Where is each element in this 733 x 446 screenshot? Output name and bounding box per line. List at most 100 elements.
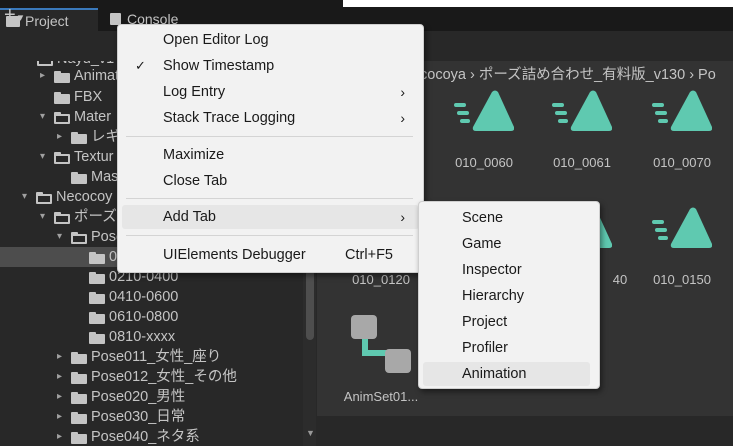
chevron-down-icon: ▾ bbox=[17, 12, 24, 24]
submenu-item-animation[interactable]: Animation bbox=[423, 362, 590, 386]
menu-item-label: Stack Trace Logging bbox=[163, 110, 296, 126]
tree-row[interactable]: ▸ Pose020_男性 bbox=[0, 387, 316, 407]
folder-icon bbox=[54, 92, 70, 104]
folder-icon bbox=[71, 172, 87, 184]
submenu-item-project[interactable]: Project bbox=[423, 310, 590, 334]
tab-project-label: Project bbox=[25, 13, 69, 29]
folder-icon bbox=[89, 252, 105, 264]
expand-arrow-icon[interactable]: ▾ bbox=[40, 107, 52, 127]
submenu-item-profiler[interactable]: Profiler bbox=[423, 336, 590, 360]
folder-icon bbox=[89, 272, 105, 284]
menu-item-label: Profiler bbox=[462, 340, 508, 356]
asset-label: 010_0120 bbox=[352, 272, 410, 287]
asset-item[interactable]: 010_0060 bbox=[434, 89, 520, 179]
asset-footer bbox=[317, 416, 733, 446]
submenu-item-game[interactable]: Game bbox=[423, 232, 590, 256]
folder-open-icon bbox=[54, 212, 70, 224]
scroll-down-arrow-icon[interactable]: ▼ bbox=[306, 428, 315, 438]
checkmark-icon: ✓ bbox=[135, 58, 146, 73]
menu-item-add-tab[interactable]: Add Tab › bbox=[122, 205, 419, 229]
menu-item-maximize[interactable]: Maximize bbox=[122, 143, 419, 167]
expand-arrow-icon[interactable]: ▸ bbox=[57, 427, 69, 446]
asset-label: 010_0060 bbox=[455, 155, 513, 170]
scrollbar-thumb[interactable] bbox=[306, 270, 314, 340]
menu-item-show-timestamp[interactable]: ✓ Show Timestamp bbox=[122, 54, 419, 78]
menu-separator bbox=[126, 136, 413, 137]
tree-row-label: Animat bbox=[74, 68, 120, 84]
expand-arrow-icon[interactable]: ▸ bbox=[40, 66, 52, 86]
tree-row-label: Pose030_日常 bbox=[91, 409, 186, 425]
menu-item-label: Show Timestamp bbox=[163, 58, 275, 74]
asset-label: 010_0061 bbox=[553, 155, 611, 170]
asset-item[interactable]: 010_0070 bbox=[632, 89, 718, 179]
menu-item-label: Hierarchy bbox=[462, 288, 525, 304]
expand-arrow-icon[interactable]: ▸ bbox=[57, 347, 69, 367]
tree-row[interactable]: ▸ Pose012_女性_その他 bbox=[0, 367, 316, 387]
asset-item[interactable]: 010_0150 bbox=[632, 206, 718, 296]
tree-row[interactable]: ▸ Pose040_ネタ系 bbox=[0, 427, 316, 446]
menu-item-label: Game bbox=[462, 236, 502, 252]
submenu-item-inspector[interactable]: Inspector bbox=[423, 258, 590, 282]
animation-clip-icon bbox=[652, 90, 712, 131]
folder-open-icon bbox=[71, 232, 87, 244]
menu-item-open-editor-log[interactable]: Open Editor Log bbox=[122, 28, 419, 52]
menu-item-stack-trace-logging[interactable]: Stack Trace Logging › bbox=[122, 106, 419, 130]
asset-item[interactable]: AnimSet01... bbox=[331, 313, 418, 404]
menu-item-close-tab[interactable]: Close Tab bbox=[122, 169, 419, 193]
tree-row-label: Pose040_ネタ系 bbox=[91, 429, 200, 445]
animator-controller-icon bbox=[351, 315, 411, 373]
create-button[interactable]: + ▾ bbox=[4, 4, 23, 29]
add-tab-submenu: Scene Game Inspector Hierarchy Project P… bbox=[418, 201, 600, 389]
asset-label: 010_0070 bbox=[653, 155, 711, 170]
folder-open-icon bbox=[54, 112, 70, 124]
asset-label: AnimSet01... bbox=[343, 389, 419, 404]
expand-arrow-icon[interactable]: ▸ bbox=[57, 407, 69, 427]
plus-icon: + bbox=[4, 4, 16, 26]
tree-row[interactable]: ▸ Pose011_女性_座り bbox=[0, 347, 316, 367]
folder-icon bbox=[89, 292, 105, 304]
submenu-item-scene[interactable]: Scene bbox=[423, 206, 590, 230]
menu-separator bbox=[126, 235, 413, 236]
chevron-right-icon: › bbox=[400, 209, 405, 225]
folder-icon bbox=[71, 352, 87, 364]
folder-open-icon bbox=[54, 152, 70, 164]
menu-item-label: Close Tab bbox=[163, 173, 228, 189]
folder-open-icon bbox=[36, 192, 52, 204]
expand-arrow-icon[interactable]: ▾ bbox=[40, 147, 52, 167]
folder-icon bbox=[89, 312, 105, 324]
asset-item[interactable]: 010_0061 bbox=[532, 89, 618, 179]
folder-icon bbox=[71, 392, 87, 404]
menu-item-label: Add Tab bbox=[163, 209, 216, 225]
tree-row[interactable]: 0410-0600 bbox=[0, 287, 316, 307]
animation-clip-icon bbox=[552, 90, 612, 131]
expand-arrow-icon[interactable]: ▾ bbox=[22, 187, 34, 207]
tree-row-label: Mas bbox=[91, 169, 119, 185]
submenu-item-hierarchy[interactable]: Hierarchy bbox=[423, 284, 590, 308]
console-context-menu: Open Editor Log ✓ Show Timestamp Log Ent… bbox=[117, 24, 424, 273]
tree-row[interactable]: ▸ Pose030_日常 bbox=[0, 407, 316, 427]
window-edge bbox=[343, 0, 733, 7]
asset-label: 010_0150 bbox=[653, 272, 711, 287]
tree-row[interactable]: 0810-xxxx bbox=[0, 327, 316, 347]
menu-item-uielements-debugger[interactable]: UIElements Debugger Ctrl+F5 bbox=[122, 243, 419, 267]
menu-item-label: Project bbox=[462, 314, 508, 330]
expand-arrow-icon[interactable]: ▾ bbox=[40, 207, 52, 227]
tree-row-label: Mater bbox=[74, 109, 112, 125]
tree-row-label: Textur bbox=[74, 149, 114, 165]
expand-arrow-icon[interactable]: ▾ bbox=[57, 227, 69, 247]
tree-row-label: Pose020_男性 bbox=[91, 389, 186, 405]
animation-clip-icon bbox=[454, 90, 514, 131]
menu-item-log-entry[interactable]: Log Entry › bbox=[122, 80, 419, 104]
expand-arrow-icon[interactable]: ▸ bbox=[57, 387, 69, 407]
breadcrumb[interactable]: cocoya › ポーズ詰め合わせ_有料版_v130 › Po bbox=[420, 63, 716, 84]
tree-row[interactable]: 0610-0800 bbox=[0, 307, 316, 327]
folder-icon bbox=[71, 412, 87, 424]
animation-clip-icon bbox=[652, 207, 712, 248]
chevron-right-icon: › bbox=[400, 110, 405, 126]
tree-row-label: Pose011_女性_座り bbox=[91, 349, 222, 365]
menu-separator bbox=[126, 198, 413, 199]
expand-arrow-icon[interactable]: ▸ bbox=[57, 367, 69, 387]
menu-item-label: Log Entry bbox=[163, 84, 226, 100]
expand-arrow-icon[interactable]: ▸ bbox=[57, 127, 69, 147]
tree-row-label: レギ bbox=[91, 129, 120, 145]
